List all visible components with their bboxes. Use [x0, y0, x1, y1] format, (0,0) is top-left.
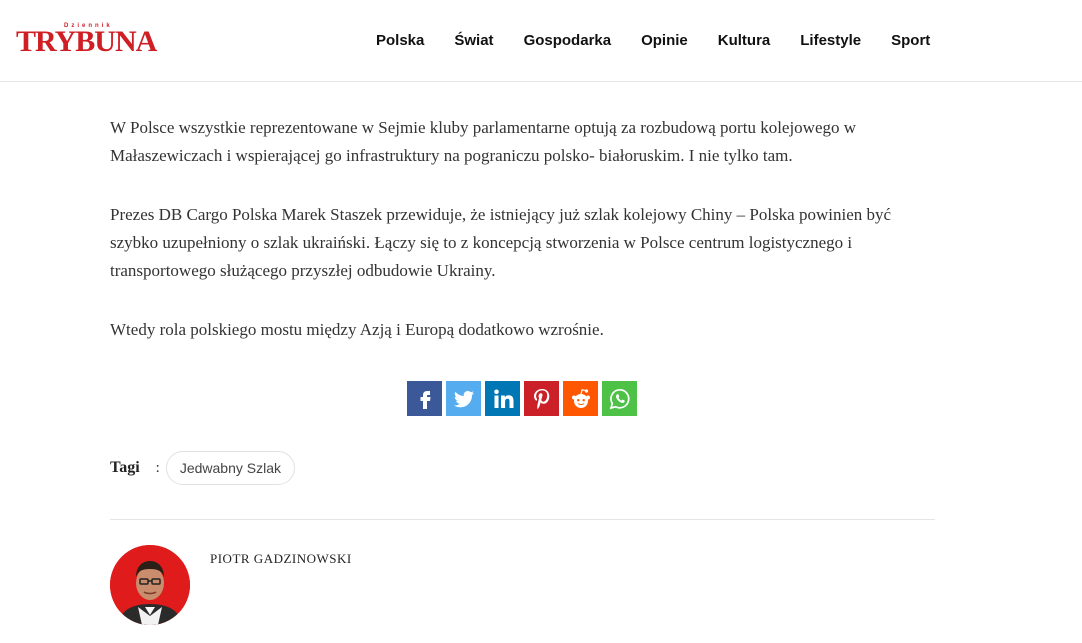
- author-name[interactable]: PIOTR GADZINOWSKI: [210, 551, 352, 567]
- facebook-icon: [420, 390, 430, 409]
- reddit-share-button[interactable]: [563, 381, 598, 416]
- nav-item-swiat[interactable]: Świat: [454, 31, 493, 51]
- main-nav: Polska Świat Gospodarka Opinie Kultura L…: [376, 31, 930, 51]
- nav-item-kultura[interactable]: Kultura: [718, 31, 771, 51]
- share-bar: [407, 381, 641, 416]
- nav-item-gospodarka[interactable]: Gospodarka: [524, 31, 612, 51]
- tags-label: Tagi: [110, 459, 140, 476]
- article-tags: Tagi : Jedwabny Szlak: [110, 451, 295, 485]
- logo-text: TRYBUNA: [16, 25, 157, 58]
- article-paragraph: W Polsce wszystkie reprezentowane w Sejm…: [110, 118, 857, 165]
- facebook-share-button[interactable]: [407, 381, 442, 416]
- article-paragraph: Prezes DB Cargo Polska Marek Staszek prz…: [110, 205, 892, 280]
- tag-jedwabny-szlak[interactable]: Jedwabny Szlak: [165, 451, 295, 485]
- nav-item-opinie[interactable]: Opinie: [641, 31, 688, 51]
- pinterest-icon: [533, 388, 549, 409]
- twitter-icon: [453, 390, 474, 407]
- nav-item-lifestyle[interactable]: Lifestyle: [800, 31, 861, 51]
- section-divider: [110, 519, 935, 520]
- nav-item-sport[interactable]: Sport: [891, 31, 930, 51]
- nav-item-polska[interactable]: Polska: [376, 31, 424, 51]
- pinterest-share-button[interactable]: [524, 381, 559, 416]
- article-body: W Polsce wszystkie reprezentowane w Sejm…: [110, 114, 940, 375]
- reddit-icon: [571, 388, 590, 408]
- author-avatar[interactable]: [110, 545, 190, 625]
- twitter-share-button[interactable]: [446, 381, 481, 416]
- site-logo[interactable]: Dziennik TRYBUNA: [16, 22, 157, 62]
- whatsapp-share-button[interactable]: [602, 381, 637, 416]
- tags-colon: :: [155, 459, 160, 476]
- linkedin-icon: [493, 389, 513, 408]
- whatsapp-icon: [609, 388, 630, 409]
- article-paragraph: Wtedy rola polskiego mostu między Azją i…: [110, 320, 604, 339]
- author-photo: [110, 545, 190, 625]
- site-header: Dziennik TRYBUNA Polska Świat Gospodarka…: [0, 0, 1082, 82]
- linkedin-share-button[interactable]: [485, 381, 520, 416]
